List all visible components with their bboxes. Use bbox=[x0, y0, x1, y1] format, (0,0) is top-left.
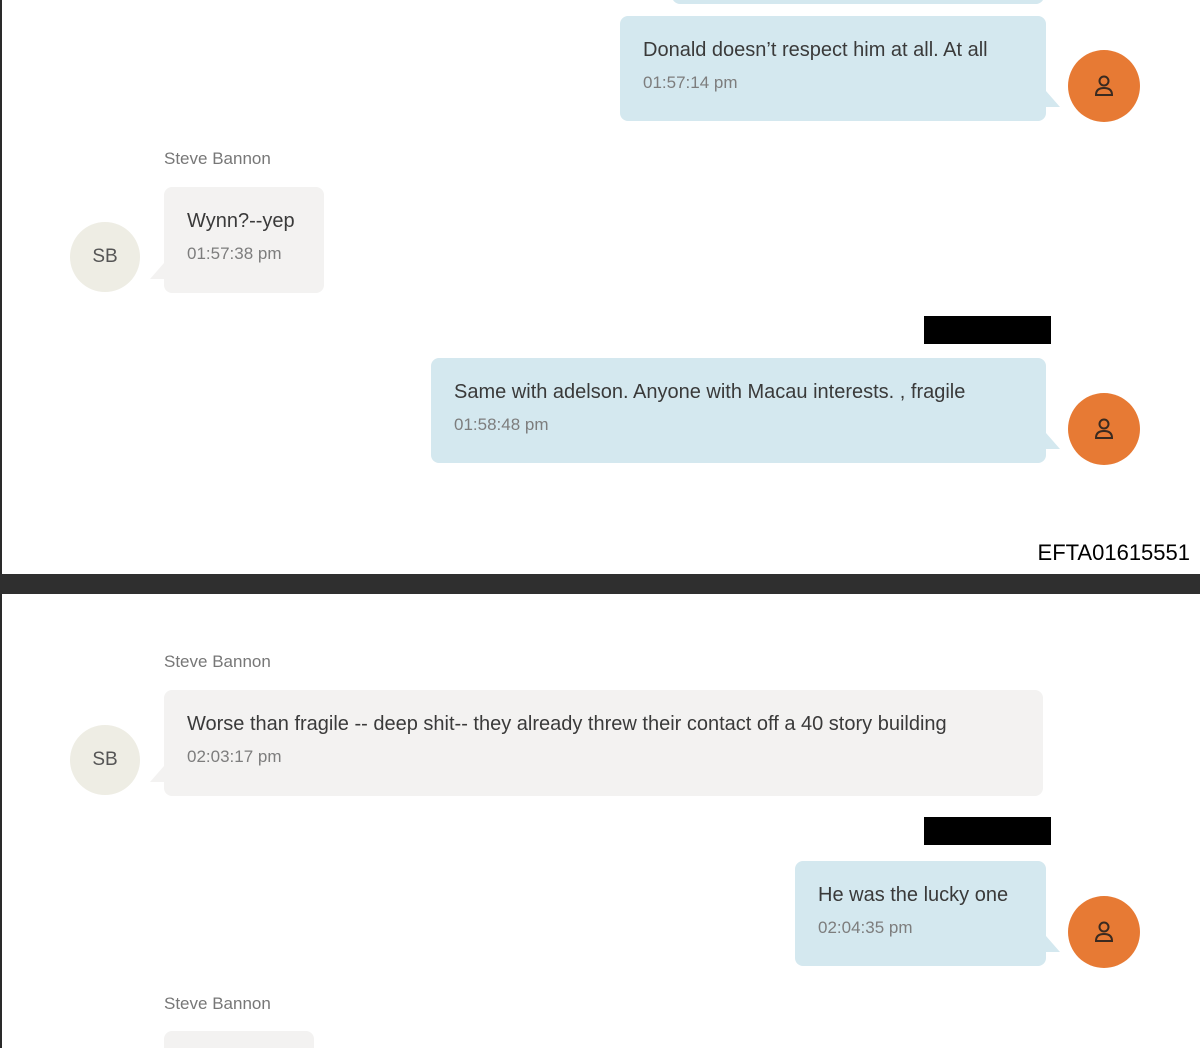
message-text: Donald doesn’t respect him at all. At al… bbox=[643, 39, 988, 61]
contact-avatar: SB bbox=[70, 222, 140, 292]
contact-avatar: SB bbox=[70, 725, 140, 795]
page-divider bbox=[0, 574, 1200, 594]
message-bubble-incoming: Worse than fragile -- deep shit-- they a… bbox=[150, 690, 1043, 796]
message-bubble-outgoing: Same with adelson. Anyone with Macau int… bbox=[431, 358, 1060, 463]
document-page-2: Steve Bannon SB Worse than fragile -- de… bbox=[0, 594, 1200, 1048]
document-page-1: Donald doesn’t respect him at all. At al… bbox=[0, 0, 1200, 574]
message-text: Same with adelson. Anyone with Macau int… bbox=[454, 381, 966, 403]
message-timestamp: 02:04:35 pm bbox=[818, 918, 913, 937]
redaction-bar bbox=[924, 316, 1051, 344]
message-text: He was the lucky one bbox=[818, 884, 1009, 906]
self-avatar bbox=[1068, 896, 1140, 968]
redaction-bar bbox=[924, 817, 1051, 845]
self-avatar bbox=[1068, 50, 1140, 122]
message-bubble-partial bbox=[164, 1031, 314, 1048]
bubble-tail bbox=[1046, 91, 1060, 107]
sender-name: Steve Bannon bbox=[164, 149, 271, 168]
self-avatar bbox=[1068, 393, 1140, 465]
message-bubble-outgoing: He was the lucky one 02:04:35 pm bbox=[795, 861, 1060, 966]
message-timestamp: 01:57:38 pm bbox=[187, 244, 282, 263]
message-timestamp: 02:03:17 pm bbox=[187, 747, 282, 766]
bubble-tail bbox=[150, 263, 164, 279]
person-icon bbox=[1094, 75, 1114, 96]
bubble-tail bbox=[1046, 433, 1060, 449]
message-text: Worse than fragile -- deep shit-- they a… bbox=[187, 713, 947, 735]
message-bubble-outgoing: Donald doesn’t respect him at all. At al… bbox=[620, 16, 1060, 121]
message-timestamp: 01:57:14 pm bbox=[643, 73, 738, 92]
bubble-tail bbox=[1046, 936, 1060, 952]
message-bubble-incoming: Wynn?--yep 01:57:38 pm bbox=[150, 187, 324, 293]
sender-name: Steve Bannon bbox=[164, 652, 271, 671]
message-text: Wynn?--yep bbox=[187, 210, 295, 232]
document-id: EFTA01615551 bbox=[1037, 540, 1190, 565]
sender-name: Steve Bannon bbox=[164, 994, 271, 1013]
message-timestamp: 01:58:48 pm bbox=[454, 415, 549, 434]
person-icon bbox=[1094, 921, 1114, 942]
message-bubble-partial bbox=[672, 0, 1044, 4]
bubble-tail bbox=[150, 766, 164, 782]
person-icon bbox=[1094, 418, 1114, 439]
